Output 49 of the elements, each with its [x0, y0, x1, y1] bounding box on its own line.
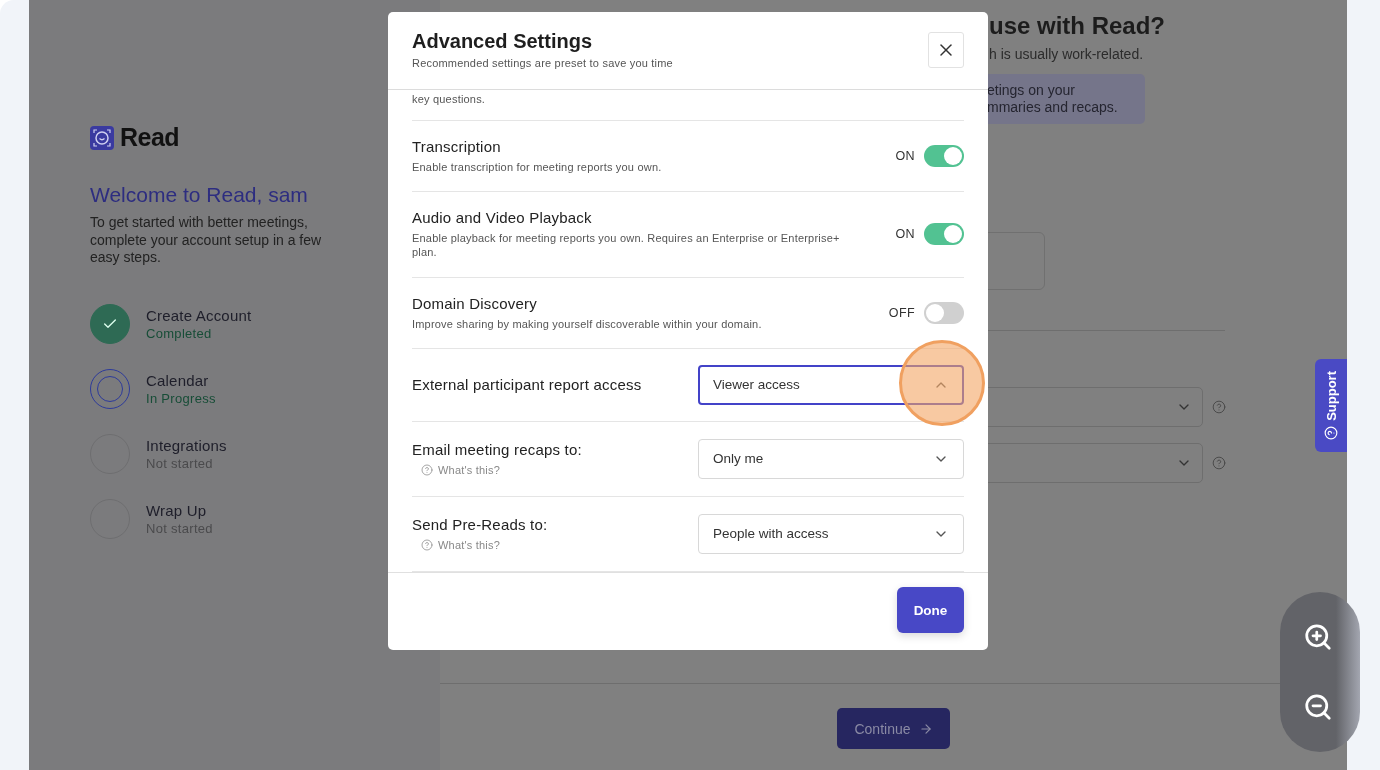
step-title: Create Account	[146, 306, 252, 324]
setting-label: Send Pre-Reads to:	[412, 516, 549, 534]
toggle-state: OFF	[888, 305, 915, 320]
note-line: mmaries and recaps.	[987, 99, 1119, 116]
step-status: In Progress	[146, 390, 216, 406]
toggle-state: ON	[895, 148, 915, 163]
page-heading: use with Read?	[989, 12, 1166, 40]
step-status: Completed	[146, 325, 213, 341]
setting-description: Improve sharing by making yourself discoverable within your domain.	[412, 316, 763, 331]
setting-title: Audio and Video Playback	[412, 209, 593, 227]
continue-button[interactable]: Continue	[837, 708, 950, 749]
toggle-switch[interactable]	[924, 223, 964, 246]
setting-description: Enable transcription for meeting reports you own.	[412, 159, 663, 174]
help-link[interactable]: What's this?	[438, 539, 500, 552]
step-title: Calendar	[146, 371, 210, 389]
step-title: Integrations	[146, 436, 227, 454]
setting-description: key questions.	[412, 92, 486, 105]
arrow-right-icon	[918, 721, 933, 736]
setting-description: Enable playback for meeting reports you own. Requires an Enterprise or Enterprise+ plan.	[412, 231, 841, 260]
logo-icon	[90, 125, 114, 150]
help-icon	[421, 539, 433, 552]
help-icon[interactable]	[1212, 400, 1226, 414]
toggle-switch[interactable]	[924, 144, 964, 167]
logo-text: Read	[120, 123, 180, 152]
step-title: Wrap Up	[146, 501, 208, 519]
page-subheading: h is usually work-related.	[989, 46, 1144, 62]
help-link[interactable]: What's this?	[438, 464, 500, 477]
select-field[interactable]: Viewer access	[698, 364, 964, 405]
dialog-subtitle: Recommended settings are preset to save you time	[412, 57, 673, 69]
note-line: etings on your	[987, 82, 1076, 99]
setting-title: Domain Discovery	[412, 294, 538, 312]
help-icon	[1324, 425, 1338, 440]
welcome-heading: Welcome to Read, sam	[90, 183, 309, 207]
zoom-out-button[interactable]	[1303, 692, 1333, 722]
select-field[interactable]: People with access	[698, 513, 964, 554]
setting-label: External participant report access	[412, 376, 643, 394]
close-button[interactable]	[928, 32, 964, 68]
done-button[interactable]: Done	[897, 587, 964, 634]
toggle-state: ON	[895, 227, 915, 242]
intro-text: To get started with better meetings, complete your account setup in a few easy steps.	[90, 214, 323, 267]
dialog-title: Advanced Settings	[412, 30, 594, 53]
help-icon[interactable]	[1212, 456, 1226, 470]
toggle-switch[interactable]	[924, 301, 964, 324]
zoom-in-button[interactable]	[1303, 622, 1333, 652]
select-field[interactable]: Only me	[698, 438, 964, 479]
help-icon	[421, 464, 433, 477]
setting-title: Transcription	[412, 137, 502, 155]
setting-label: Email meeting recaps to:	[412, 441, 583, 459]
support-tab[interactable]: Support	[1315, 359, 1347, 452]
